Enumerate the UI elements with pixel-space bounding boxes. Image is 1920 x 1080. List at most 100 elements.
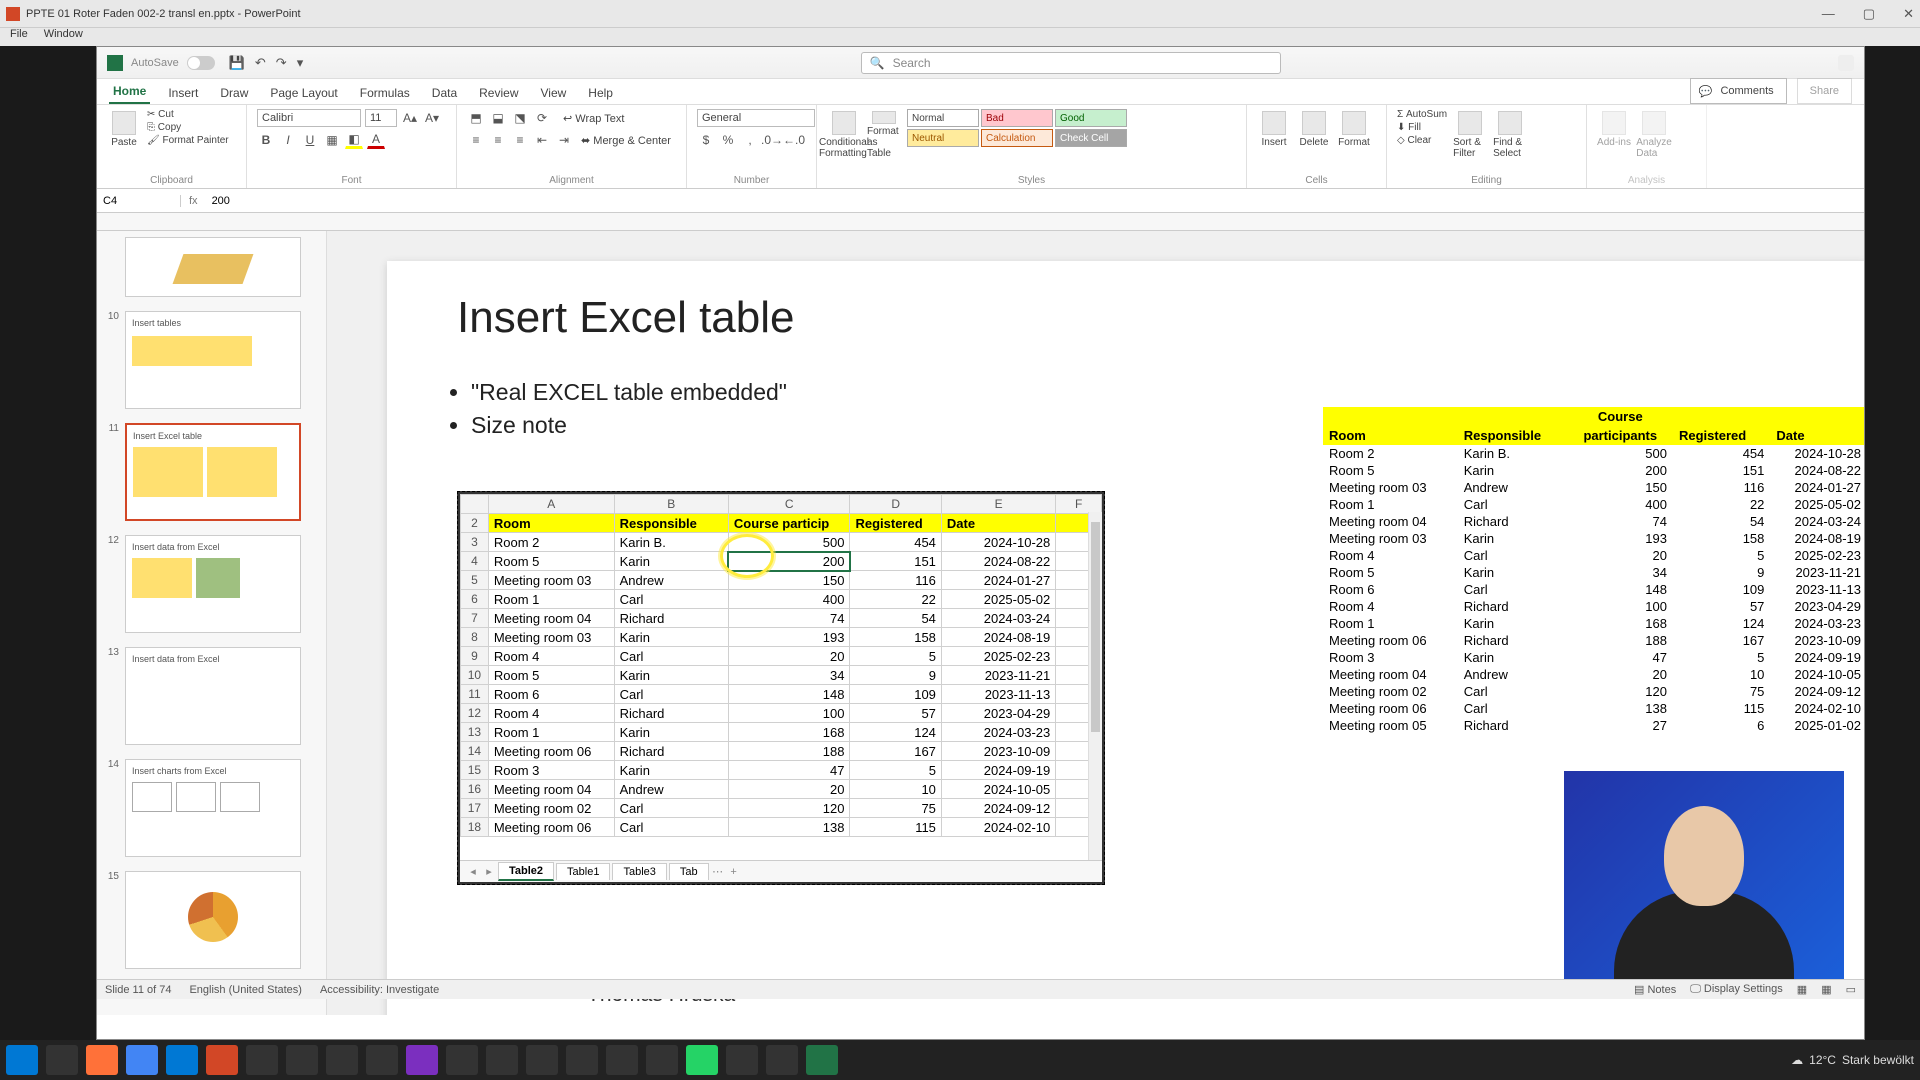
tab-draw[interactable]: Draw [216, 82, 252, 104]
taskbar-excel[interactable] [806, 1045, 838, 1075]
taskbar-app[interactable] [606, 1045, 638, 1075]
underline-button[interactable]: U [301, 131, 319, 149]
taskbar-powerpoint[interactable] [206, 1045, 238, 1075]
taskbar-app[interactable] [126, 1045, 158, 1075]
taskbar-app[interactable] [446, 1045, 478, 1075]
name-box[interactable]: C4 [97, 195, 181, 207]
fill-button[interactable]: ⬇ Fill [1397, 122, 1447, 133]
align-center-icon[interactable]: ≡ [489, 131, 507, 149]
sheet-tab[interactable]: Table1 [556, 863, 610, 880]
sheet-tab[interactable]: Table2 [498, 862, 554, 881]
view-reading-icon[interactable]: ▭ [1846, 983, 1856, 996]
conditional-formatting-button[interactable]: Conditional Formatting [827, 109, 861, 159]
clear-button[interactable]: ◇ Clear [1397, 135, 1447, 146]
taskbar-app[interactable] [86, 1045, 118, 1075]
taskbar-app[interactable] [566, 1045, 598, 1075]
delete-cells-button[interactable]: Delete [1297, 109, 1331, 159]
sheet-tab[interactable]: Table3 [612, 863, 666, 880]
display-settings-button[interactable]: 🖵 Display Settings [1690, 983, 1783, 996]
taskbar[interactable]: ☁ 12°C Stark bewölkt [0, 1040, 1920, 1080]
percent-icon[interactable]: % [719, 131, 737, 149]
view-normal-icon[interactable]: ▦ [1797, 983, 1807, 996]
comments-button[interactable]: 💬 Comments [1690, 78, 1787, 104]
tab-data[interactable]: Data [428, 82, 461, 104]
insert-cells-button[interactable]: Insert [1257, 109, 1291, 159]
tab-review[interactable]: Review [475, 82, 522, 104]
sheet-tab[interactable]: Tab [669, 863, 709, 880]
paste-button[interactable]: Paste [107, 109, 141, 159]
style-neutral[interactable]: Neutral [907, 129, 979, 147]
indent-inc-icon[interactable]: ⇥ [555, 131, 573, 149]
tab-insert[interactable]: Insert [164, 82, 202, 104]
start-button[interactable] [6, 1045, 38, 1075]
tab-formulas[interactable]: Formulas [356, 82, 414, 104]
undo-icon[interactable]: ↶ [255, 55, 266, 71]
redo-icon[interactable]: ↷ [276, 55, 287, 71]
align-left-icon[interactable]: ≡ [467, 131, 485, 149]
sheet-nav-prev[interactable]: ◂ [466, 865, 480, 878]
taskbar-app[interactable] [246, 1045, 278, 1075]
font-size-combo[interactable]: 11 [365, 109, 397, 127]
menu-window[interactable]: Window [44, 28, 83, 46]
style-normal[interactable]: Normal [907, 109, 979, 127]
weather-widget[interactable]: ☁ 12°C Stark bewölkt [1791, 1053, 1914, 1067]
taskbar-app[interactable] [526, 1045, 558, 1075]
taskbar-app[interactable] [166, 1045, 198, 1075]
qat-more-icon[interactable]: ▾ [297, 55, 304, 71]
taskbar-app[interactable] [486, 1045, 518, 1075]
sort-filter-button[interactable]: Sort & Filter [1453, 109, 1487, 159]
grow-font-icon[interactable]: A▴ [401, 109, 419, 127]
taskbar-app[interactable] [326, 1045, 358, 1075]
style-check-cell[interactable]: Check Cell [1055, 129, 1127, 147]
mic-icon[interactable] [1838, 55, 1854, 71]
share-button[interactable]: Share [1797, 78, 1852, 104]
currency-icon[interactable]: $ [697, 131, 715, 149]
fx-icon[interactable]: fx [181, 195, 206, 207]
border-button[interactable]: ▦ [323, 131, 341, 149]
bold-button[interactable]: B [257, 131, 275, 149]
format-painter-button[interactable]: 🖌 Format Painter [147, 135, 229, 146]
analyze-data-button[interactable]: Analyze Data [1637, 109, 1671, 159]
align-middle-icon[interactable]: ⬓ [489, 109, 507, 127]
font-name-combo[interactable]: Calibri [257, 109, 361, 127]
comma-icon[interactable]: , [741, 131, 759, 149]
embedded-excel-object[interactable]: ABCDEF2RoomResponsibleCourse participReg… [457, 491, 1105, 885]
format-as-table-button[interactable]: Format as Table [867, 109, 901, 159]
italic-button[interactable]: I [279, 131, 297, 149]
autosave-toggle[interactable] [187, 56, 215, 70]
addins-button[interactable]: Add-ins [1597, 109, 1631, 159]
number-format-combo[interactable]: General [697, 109, 815, 127]
maximize-button[interactable]: ▢ [1863, 6, 1875, 22]
taskbar-app[interactable] [406, 1045, 438, 1075]
align-top-icon[interactable]: ⬒ [467, 109, 485, 127]
taskbar-app[interactable] [686, 1045, 718, 1075]
taskbar-app[interactable] [646, 1045, 678, 1075]
style-calculation[interactable]: Calculation [981, 129, 1053, 147]
view-sorter-icon[interactable]: ▦ [1821, 983, 1831, 996]
save-icon[interactable]: 💾 [229, 55, 245, 71]
taskbar-app[interactable] [766, 1045, 798, 1075]
align-bottom-icon[interactable]: ⬔ [511, 109, 529, 127]
align-right-icon[interactable]: ≡ [511, 131, 529, 149]
excel-grid[interactable]: ABCDEF2RoomResponsibleCourse participReg… [460, 494, 1102, 837]
accessibility-status[interactable]: Accessibility: Investigate [320, 984, 439, 996]
slide-thumbnails[interactable]: 10Insert tables 11Insert Excel table 12I… [97, 231, 327, 1015]
shrink-font-icon[interactable]: A▾ [423, 109, 441, 127]
notes-button[interactable]: ▤ Notes [1634, 983, 1676, 996]
cut-button[interactable]: ✂ Cut [147, 109, 229, 120]
add-sheet-icon[interactable]: + [727, 866, 741, 878]
language-status[interactable]: English (United States) [189, 984, 302, 996]
indent-dec-icon[interactable]: ⇤ [533, 131, 551, 149]
slide-canvas[interactable]: Insert Excel table "Real EXCEL table emb… [327, 231, 1864, 1015]
autosum-button[interactable]: Σ AutoSum [1397, 109, 1447, 120]
orientation-icon[interactable]: ⟳ [533, 109, 551, 127]
minimize-button[interactable]: — [1822, 6, 1835, 22]
wrap-text-button[interactable]: ↩ Wrap Text [563, 112, 624, 125]
inc-decimal-icon[interactable]: .0→ [763, 131, 781, 149]
taskbar-app[interactable] [46, 1045, 78, 1075]
menu-file[interactable]: File [10, 28, 28, 46]
taskbar-app[interactable] [366, 1045, 398, 1075]
copy-button[interactable]: ⎘ Copy [147, 122, 229, 133]
tab-home[interactable]: Home [109, 80, 150, 104]
tab-view[interactable]: View [537, 82, 571, 104]
